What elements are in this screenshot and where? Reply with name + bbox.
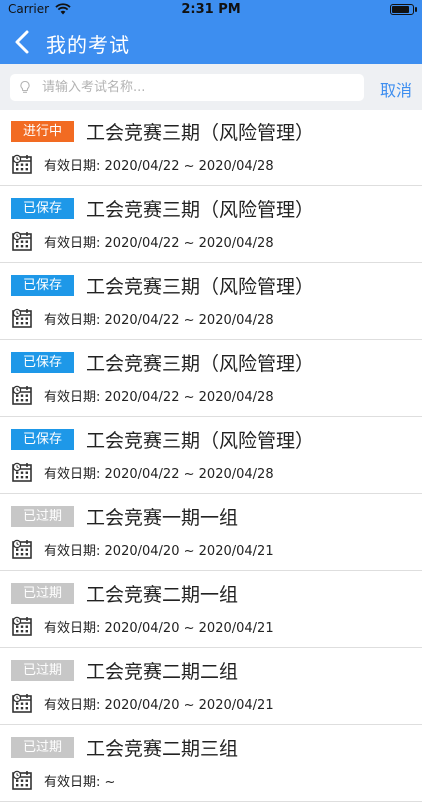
status-bar: Carrier 2:31 PM	[0, 0, 422, 20]
nav-bar: 我的考试	[0, 20, 422, 64]
exam-title: 工会竞赛三期（风险管理）	[86, 276, 315, 298]
search-input[interactable]	[42, 74, 352, 101]
exam-title: 工会竞赛三期（风险管理）	[86, 353, 315, 375]
lightbulb-icon	[20, 80, 30, 93]
date-label: 有效日期:	[44, 621, 101, 636]
calendar-icon	[12, 693, 32, 713]
clock: 2:31 PM	[181, 2, 241, 17]
battery-level	[392, 6, 409, 13]
date-label: 有效日期:	[44, 775, 101, 790]
date-label: 有效日期:	[44, 313, 101, 328]
calendar-icon	[12, 154, 32, 174]
date-separator: ~	[183, 544, 195, 559]
date-label: 有效日期:	[44, 544, 101, 559]
date-separator: ~	[183, 159, 195, 174]
status-badge: 已保存	[11, 352, 74, 373]
exam-list-item[interactable]: 已过期 工会竞赛二期一组有效日期: 2020/04/20 ~ 2020/04/21	[0, 572, 422, 648]
exam-title: 工会竞赛三期（风险管理）	[86, 199, 315, 221]
exam-list-item[interactable]: 已保存 工会竞赛三期（风险管理） 有效日期: 2020/04/22 ~ 2020/0…	[0, 264, 422, 340]
start-date: 2020/04/22	[104, 236, 180, 251]
status-badge: 已过期	[11, 583, 74, 604]
start-date: 2020/04/20	[104, 621, 180, 636]
exam-list-item[interactable]: 进行中 工会竞赛三期（风险管理） 有效日期: 2020/04/22 ~ 2020/0…	[0, 110, 422, 186]
search-bar: 取消	[0, 64, 422, 110]
exam-list-item[interactable]: 已过期 工会竞赛一期一组有效日期: 2020/04/20 ~ 2020/04/21	[0, 495, 422, 571]
end-date: 2020/04/28	[198, 390, 274, 405]
exam-title: 工会竞赛三期（风险管理）	[86, 122, 315, 144]
exam-list-item[interactable]: 已过期 工会竞赛二期三组有效日期: ~	[0, 726, 422, 802]
date-separator: ~	[183, 467, 195, 482]
exam-list-item[interactable]: 已过期 工会竞赛二期二组有效日期: 2020/04/20 ~ 2020/04/21	[0, 649, 422, 725]
status-badge: 已过期	[11, 506, 74, 527]
validity-period: 有效日期: 2020/04/22 ~ 2020/04/28	[44, 155, 274, 174]
date-separator: ~	[183, 236, 195, 251]
validity-period: 有效日期: 2020/04/20 ~ 2020/04/21	[44, 694, 274, 713]
exam-title: 工会竞赛一期一组	[86, 507, 239, 529]
validity-period: 有效日期: 2020/04/22 ~ 2020/04/28	[44, 309, 274, 328]
calendar-icon	[12, 231, 32, 251]
date-label: 有效日期:	[44, 698, 101, 713]
start-date: 2020/04/22	[104, 159, 180, 174]
calendar-icon	[12, 308, 32, 328]
validity-period: 有效日期: 2020/04/20 ~ 2020/04/21	[44, 617, 274, 636]
status-badge: 已过期	[11, 660, 74, 681]
date-separator: ~	[183, 390, 195, 405]
battery-icon	[390, 4, 417, 15]
exam-list-item[interactable]: 已保存 工会竞赛三期（风险管理） 有效日期: 2020/04/22 ~ 2020/0…	[0, 341, 422, 417]
end-date: 2020/04/28	[198, 159, 274, 174]
date-separator: ~	[183, 621, 195, 636]
end-date: 2020/04/21	[198, 698, 274, 713]
end-date: 2020/04/21	[198, 621, 274, 636]
date-label: 有效日期:	[44, 236, 101, 251]
search-box[interactable]	[10, 74, 364, 101]
exam-list-item[interactable]: 已保存 工会竞赛三期（风险管理） 有效日期: 2020/04/22 ~ 2020/0…	[0, 187, 422, 263]
start-date: 2020/04/22	[104, 467, 180, 482]
start-date: 2020/04/22	[104, 390, 180, 405]
validity-period: 有效日期: 2020/04/22 ~ 2020/04/28	[44, 386, 274, 405]
date-separator: ~	[183, 313, 195, 328]
date-label: 有效日期:	[44, 159, 101, 174]
calendar-icon	[12, 539, 32, 559]
date-label: 有效日期:	[44, 390, 101, 405]
validity-period: 有效日期: 2020/04/20 ~ 2020/04/21	[44, 540, 274, 559]
validity-period: 有效日期: 2020/04/22 ~ 2020/04/28	[44, 232, 274, 251]
status-badge: 已保存	[11, 275, 74, 296]
status-badge: 已过期	[11, 737, 74, 758]
status-badge: 已保存	[11, 429, 74, 450]
end-date: 2020/04/21	[198, 544, 274, 559]
exam-title: 工会竞赛二期一组	[86, 584, 239, 606]
date-label: 有效日期:	[44, 467, 101, 482]
end-date: 2020/04/28	[198, 313, 274, 328]
cancel-button[interactable]: 取消	[380, 77, 412, 101]
start-date: 2020/04/20	[104, 544, 180, 559]
calendar-icon	[12, 462, 32, 482]
calendar-icon	[12, 770, 32, 790]
exam-list-item[interactable]: 已保存 工会竞赛三期（风险管理） 有效日期: 2020/04/22 ~ 2020/0…	[0, 418, 422, 494]
start-date: 2020/04/22	[104, 313, 180, 328]
calendar-icon	[12, 616, 32, 636]
exam-title: 工会竞赛三期（风险管理）	[86, 430, 315, 452]
exam-title: 工会竞赛二期三组	[86, 738, 239, 760]
back-arrow-icon[interactable]	[12, 29, 34, 55]
status-badge: 进行中	[11, 121, 74, 142]
date-separator: ~	[104, 775, 116, 790]
validity-period: 有效日期: ~	[44, 771, 115, 790]
validity-period: 有效日期: 2020/04/22 ~ 2020/04/28	[44, 463, 274, 482]
exam-title: 工会竞赛二期二组	[86, 661, 239, 683]
status-badge: 已保存	[11, 198, 74, 219]
end-date: 2020/04/28	[198, 236, 274, 251]
start-date: 2020/04/20	[104, 698, 180, 713]
date-separator: ~	[183, 698, 195, 713]
page-title: 我的考试	[46, 33, 130, 57]
end-date: 2020/04/28	[198, 467, 274, 482]
calendar-icon	[12, 385, 32, 405]
